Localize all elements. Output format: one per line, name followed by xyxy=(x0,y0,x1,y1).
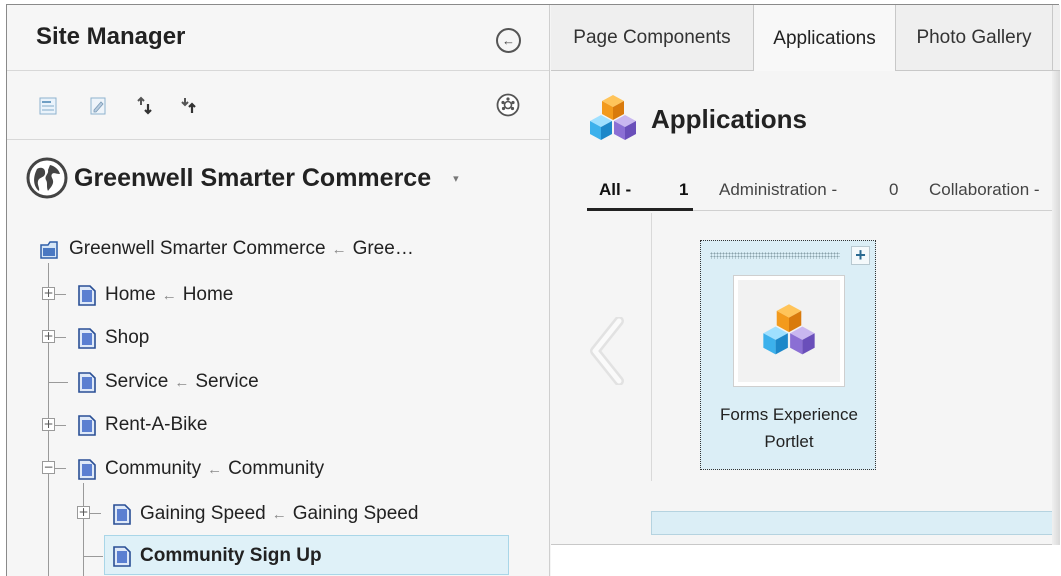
tab-photo-gallery[interactable]: Photo Gallery xyxy=(896,5,1053,71)
page-icon xyxy=(78,327,96,349)
tree-item-community[interactable]: Community ← Community xyxy=(78,454,324,484)
tree-connector xyxy=(54,337,66,338)
expand-toggle[interactable]: + xyxy=(42,418,55,431)
tree-item-label: Community Sign Up xyxy=(140,545,322,566)
filter-separator: - xyxy=(831,180,838,199)
tree-item-home[interactable]: Home ← Home xyxy=(78,280,233,310)
carousel-divider xyxy=(651,213,652,481)
page-list-icon[interactable] xyxy=(38,96,58,116)
page-icon xyxy=(78,458,96,480)
globe-icon xyxy=(26,157,68,199)
card-label: Forms Experience Portlet xyxy=(701,401,877,455)
tree-connector xyxy=(54,425,66,426)
application-card[interactable]: + Forms Experience Portlet xyxy=(700,240,876,470)
tree-item-label: Home xyxy=(105,284,156,305)
filter-all[interactable]: All - xyxy=(599,169,631,211)
circle-arrow-left-icon[interactable]: ← xyxy=(496,28,521,53)
panel-header: Site Manager ← xyxy=(7,5,549,71)
tree-root-item[interactable]: Greenwell Smarter Commerce ← Gree… xyxy=(38,234,414,264)
tree-item-alias: Community xyxy=(228,458,325,479)
site-manager-window: Site Manager ← Greenwell Smarter Commerc… xyxy=(6,4,1060,576)
site-root-icon xyxy=(40,240,58,259)
move-down-icon[interactable] xyxy=(135,96,155,116)
card-label-line: Forms Experience xyxy=(720,405,858,424)
page-icon xyxy=(113,545,131,567)
filter-collaboration[interactable]: Collaboration - xyxy=(929,169,1040,211)
collapse-toggle[interactable]: − xyxy=(42,461,55,474)
tree-item-gaining-speed[interactable]: Gaining Speed ← Gaining Speed xyxy=(113,499,418,529)
tree-connector xyxy=(83,483,84,576)
edit-page-icon[interactable] xyxy=(88,96,108,116)
tree-connector xyxy=(83,556,103,557)
tree-item-shop[interactable]: Shop xyxy=(78,323,149,353)
filter-label: Administration xyxy=(719,180,827,199)
alias-arrow: ← xyxy=(161,286,177,304)
filter-label: All xyxy=(599,180,621,199)
tree-item-label: Shop xyxy=(105,327,150,348)
tab-page-components[interactable]: Page Components xyxy=(551,5,754,71)
tree-item-label: Service xyxy=(105,371,169,392)
site-manager-panel: Site Manager ← Greenwell Smarter Commerc… xyxy=(7,5,550,576)
card-thumbnail xyxy=(733,275,845,387)
tree-item-label: Gaining Speed xyxy=(140,503,266,524)
tree-item-label: Community xyxy=(105,458,202,479)
card-thumbnail-bg xyxy=(738,280,840,382)
tab-applications[interactable]: Applications xyxy=(754,5,896,72)
category-filter-bar: All - 1 Administration - 0 Collaboration… xyxy=(587,169,1060,211)
tab-bar: Page Components Applications Photo Galle… xyxy=(551,5,1060,72)
tree-connector xyxy=(89,513,101,514)
add-button[interactable]: + xyxy=(851,246,870,265)
tree-item-rent-a-bike[interactable]: Rent-A-Bike xyxy=(78,410,207,440)
card-label-line: Portlet xyxy=(764,432,814,451)
tree-item-label: Rent-A-Bike xyxy=(105,414,208,435)
cubes-icon xyxy=(590,95,636,140)
alias-arrow: ← xyxy=(174,373,190,391)
filter-label: Collaboration xyxy=(929,180,1030,199)
applications-header: Applications xyxy=(587,91,807,147)
page-icon xyxy=(113,503,131,525)
site-selector[interactable]: Greenwell Smarter Commerce ▾ xyxy=(26,156,459,200)
page-icon xyxy=(78,414,96,436)
panel-toolbar xyxy=(7,72,549,140)
tree-connector xyxy=(48,382,68,383)
tree-connector xyxy=(54,294,66,295)
page-icon xyxy=(78,371,96,393)
filter-count: 0 xyxy=(889,180,899,199)
expand-toggle[interactable]: + xyxy=(42,330,55,343)
gear-icon[interactable] xyxy=(496,93,520,117)
tree-item-alias: Gaining Speed xyxy=(292,503,419,524)
expand-toggle[interactable]: + xyxy=(77,506,90,519)
filter-separator: - xyxy=(1033,180,1040,199)
filter-administration[interactable]: Administration - xyxy=(719,169,837,211)
alias-arrow: ← xyxy=(207,460,223,478)
tree-item-alias: Gree… xyxy=(352,238,414,259)
alias-arrow: ← xyxy=(331,240,347,258)
alias-arrow: ← xyxy=(271,505,287,523)
page-title: Applications xyxy=(651,103,808,134)
page-icon xyxy=(78,284,96,306)
applications-panel: Applications All - 1 Administration - 0 … xyxy=(551,71,1060,545)
active-filter-underline xyxy=(587,208,693,211)
panel-title: Site Manager xyxy=(36,23,186,50)
filter-count: 1 xyxy=(679,180,689,199)
drag-handle[interactable] xyxy=(710,252,840,259)
tree-item-alias: Service xyxy=(195,371,259,392)
tree-item-service[interactable]: Service ← Service xyxy=(78,367,259,397)
tree-item-alias: Home xyxy=(182,284,234,305)
panel-edge-shadow xyxy=(1052,71,1060,545)
move-up-icon[interactable] xyxy=(179,96,199,116)
filter-separator: - xyxy=(625,180,632,199)
horizontal-scrollbar[interactable] xyxy=(651,511,1060,535)
tree-item-community-sign-up[interactable]: Community Sign Up xyxy=(113,541,322,571)
chevron-left-icon[interactable] xyxy=(585,317,629,385)
tree-item-label: Greenwell Smarter Commerce xyxy=(69,238,326,259)
tree-connector xyxy=(54,468,66,469)
cubes-icon xyxy=(763,304,815,355)
chevron-down-icon[interactable]: ▾ xyxy=(453,172,459,185)
expand-toggle[interactable]: + xyxy=(42,287,55,300)
components-panel: Page Components Applications Photo Galle… xyxy=(551,5,1060,576)
site-name: Greenwell Smarter Commerce xyxy=(74,163,432,192)
